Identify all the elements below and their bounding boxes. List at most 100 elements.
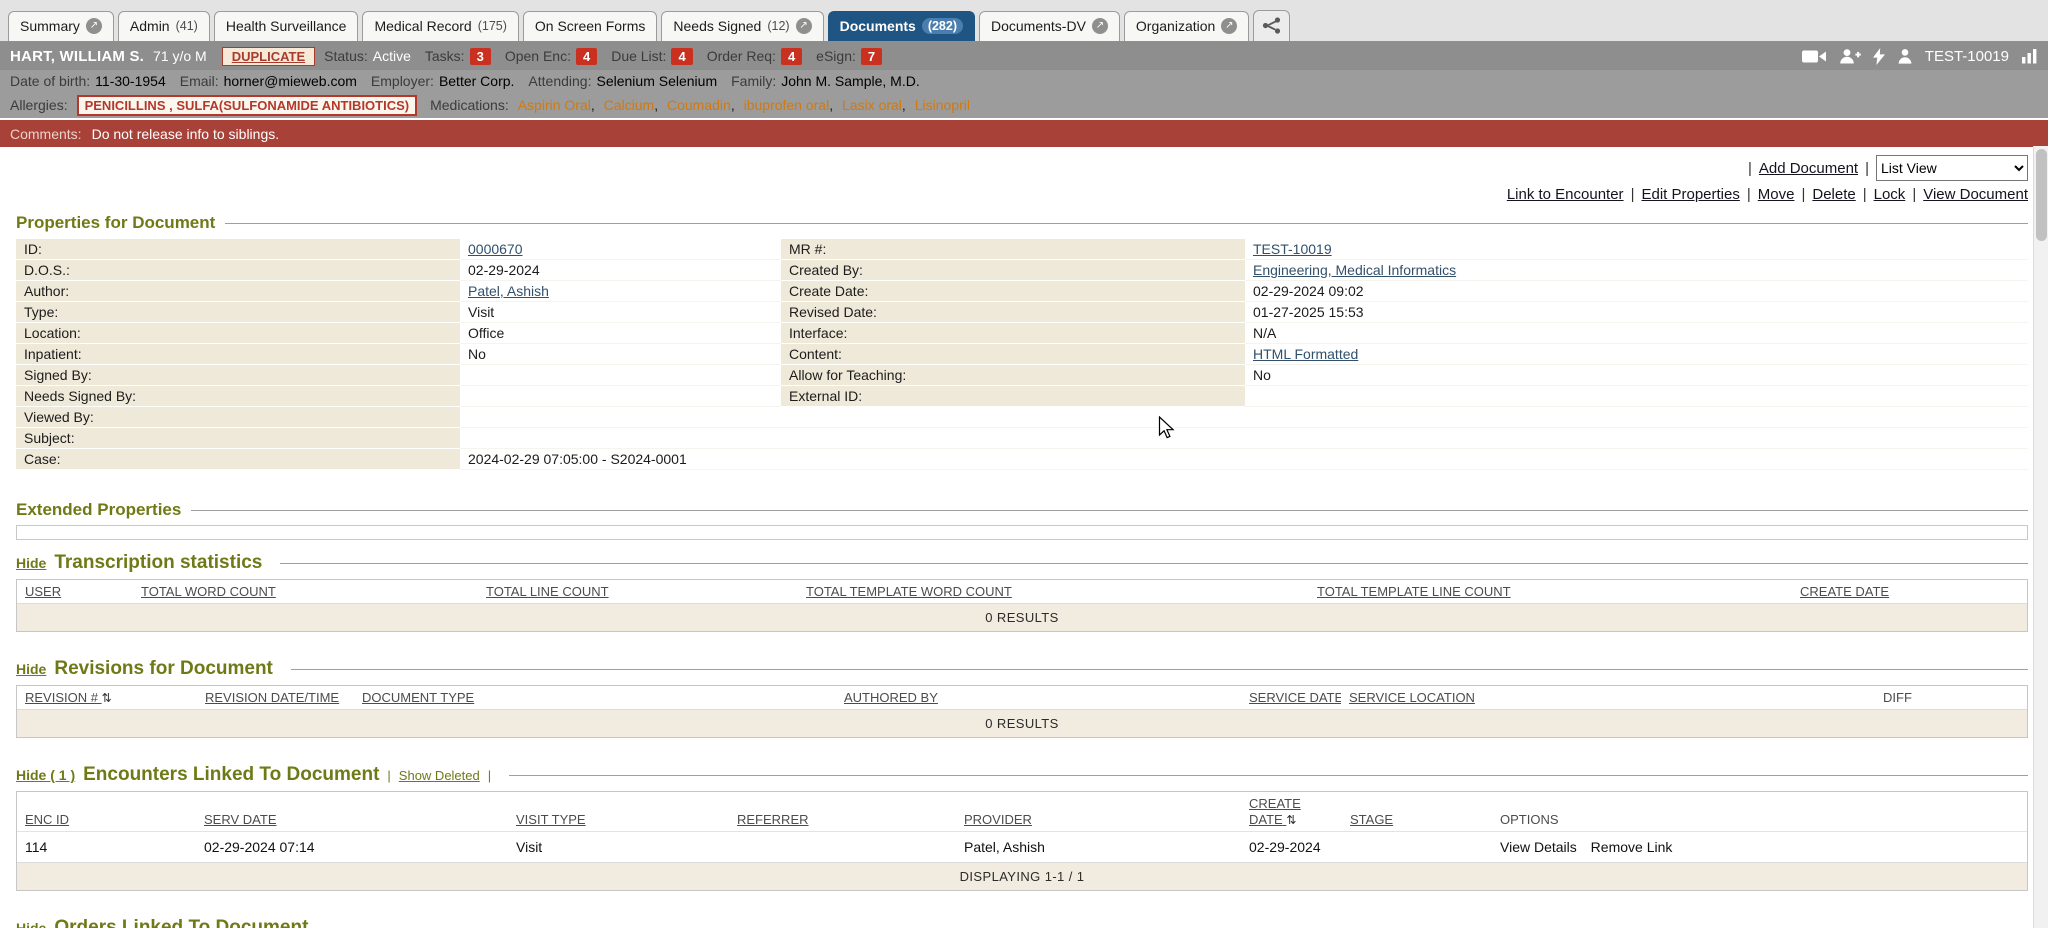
- allergy-list[interactable]: PENICILLINS , SULFA(SULFONAMIDE ANTIBIOT…: [77, 95, 418, 116]
- column-header-enc-id[interactable]: ENC ID: [17, 808, 196, 831]
- mr-number-link[interactable]: TEST-10019: [1253, 241, 1332, 257]
- tasks-badge[interactable]: 3: [470, 48, 491, 65]
- order-req-badge[interactable]: 4: [781, 48, 802, 65]
- column-header-total-template-word-count[interactable]: TOTAL TEMPLATE WORD COUNT: [798, 580, 1309, 603]
- column-header-revision-datetime[interactable]: REVISION DATE/TIME: [197, 686, 354, 709]
- popout-icon[interactable]: ↗: [86, 18, 102, 34]
- patient-name: HART, WILLIAM S.: [10, 48, 144, 65]
- created-by-link[interactable]: Engineering, Medical Informatics: [1253, 262, 1456, 278]
- separator: |: [1631, 186, 1635, 203]
- column-header-revision-number[interactable]: REVISION # ⇅: [17, 686, 197, 709]
- view-mode-select[interactable]: List View: [1876, 155, 2028, 181]
- view-details-link[interactable]: View Details: [1500, 839, 1577, 855]
- person-icon[interactable]: [1897, 48, 1913, 64]
- bar-chart-icon[interactable]: [2021, 48, 2038, 64]
- hide-orders-link[interactable]: Hide: [16, 920, 46, 928]
- separator: |: [1863, 186, 1867, 203]
- comments-label: Comments:: [10, 126, 82, 142]
- column-header-authored-by[interactable]: AUTHORED BY: [836, 686, 1241, 709]
- add-document-link[interactable]: Add Document: [1759, 160, 1858, 177]
- move-link[interactable]: Move: [1758, 186, 1795, 203]
- column-header-total-line-count[interactable]: TOTAL LINE COUNT: [478, 580, 798, 603]
- vertical-scrollbar[interactable]: [2033, 146, 2048, 928]
- link-to-encounter-link[interactable]: Link to Encounter: [1507, 186, 1624, 203]
- separator: |: [488, 768, 491, 783]
- section-title: Encounters Linked To Document: [83, 764, 379, 786]
- popout-icon[interactable]: ↗: [796, 18, 812, 34]
- medication-link[interactable]: Calcium: [604, 97, 655, 113]
- tab-summary[interactable]: Summary ↗: [8, 11, 114, 41]
- column-header-service-date[interactable]: SERVICE DATE: [1241, 686, 1341, 709]
- paging-status: DISPLAYING 1-1 / 1: [17, 862, 2027, 890]
- column-header-service-location[interactable]: SERVICE LOCATION: [1341, 686, 1875, 709]
- column-header-total-word-count[interactable]: TOTAL WORD COUNT: [133, 580, 478, 603]
- tab-health-surveillance[interactable]: Health Surveillance: [214, 11, 359, 41]
- medication-link[interactable]: Coumadin: [667, 97, 731, 113]
- hide-transcription-link[interactable]: Hide: [16, 555, 46, 571]
- column-header-serv-date[interactable]: SERV DATE: [196, 808, 508, 831]
- open-enc-badge[interactable]: 4: [576, 48, 597, 65]
- column-header-stage[interactable]: STAGE: [1342, 808, 1492, 831]
- lock-link[interactable]: Lock: [1874, 186, 1906, 203]
- tab-medical-record[interactable]: Medical Record (175): [362, 11, 518, 41]
- edit-properties-link[interactable]: Edit Properties: [1641, 186, 1739, 203]
- separator: ,: [591, 97, 595, 113]
- encounter-options: View Details Remove Link: [1492, 832, 2027, 862]
- lightning-bolt-icon[interactable]: [1873, 48, 1885, 65]
- separator: |: [1747, 186, 1751, 203]
- column-header-user[interactable]: USER: [17, 580, 133, 603]
- sort-icon: ⇅: [102, 691, 112, 705]
- show-deleted-link[interactable]: Show Deleted: [399, 768, 480, 783]
- document-id-link[interactable]: 0000670: [468, 241, 523, 257]
- family-value: John M. Sample, M.D.: [781, 73, 920, 89]
- scrollbar-thumb[interactable]: [2036, 149, 2047, 241]
- provider-cell: Patel, Ashish: [956, 832, 1241, 862]
- tab-documents-dv[interactable]: Documents-DV ↗: [979, 11, 1120, 41]
- tab-count-badge: (282): [922, 18, 963, 34]
- medication-link[interactable]: Lasix oral: [842, 97, 902, 113]
- column-header-visit-type[interactable]: VISIT TYPE: [508, 808, 729, 831]
- column-header-create-date[interactable]: CREATE DATE ⇅: [1241, 792, 1342, 831]
- column-header-referrer[interactable]: REFERRER: [729, 808, 956, 831]
- hide-revisions-link[interactable]: Hide: [16, 661, 46, 677]
- medication-link[interactable]: Lisinopril: [915, 97, 970, 113]
- document-action-links: Link to Encounter | Edit Properties | Mo…: [16, 186, 2028, 203]
- quick-launch-button[interactable]: [1253, 10, 1290, 41]
- divider: [509, 775, 2028, 776]
- esign-badge[interactable]: 7: [861, 48, 882, 65]
- popout-icon[interactable]: ↗: [1092, 18, 1108, 34]
- revisions-table: REVISION # ⇅ REVISION DATE/TIME DOCUMENT…: [16, 685, 2028, 738]
- column-header-total-template-line-count[interactable]: TOTAL TEMPLATE LINE COUNT: [1309, 580, 1792, 603]
- medication-link[interactable]: Aspirin Oral: [518, 97, 591, 113]
- delete-link[interactable]: Delete: [1812, 186, 1855, 203]
- content-format-link[interactable]: HTML Formatted: [1253, 346, 1358, 362]
- document-detail-content: | Add Document | List View Link to Encou…: [0, 147, 2048, 928]
- tab-organization[interactable]: Organization ↗: [1124, 11, 1249, 41]
- add-person-icon[interactable]: [1839, 48, 1861, 64]
- property-value: [460, 386, 781, 407]
- tab-documents[interactable]: Documents (282): [828, 11, 975, 41]
- remove-link-link[interactable]: Remove Link: [1591, 839, 1673, 855]
- tab-on-screen-forms[interactable]: On Screen Forms: [523, 11, 657, 41]
- duplicate-flag[interactable]: DUPLICATE: [222, 47, 315, 66]
- medication-link[interactable]: ibuprofen oral: [744, 97, 830, 113]
- hide-encounters-link[interactable]: Hide ( 1 ): [16, 767, 75, 783]
- tab-label: Summary: [20, 18, 80, 34]
- property-label: Author:: [16, 281, 460, 302]
- tab-admin[interactable]: Admin (41): [118, 11, 210, 41]
- property-value: Patel, Ashish: [460, 281, 781, 302]
- tab-needs-signed[interactable]: Needs Signed (12) ↗: [661, 11, 823, 41]
- view-document-link[interactable]: View Document: [1923, 186, 2028, 203]
- property-label: Inpatient:: [16, 344, 460, 365]
- encounters-section-header: Hide ( 1 ) Encounters Linked To Document…: [16, 764, 2028, 786]
- patient-age-sex: 71 y/o M: [153, 48, 207, 64]
- encounters-table: ENC ID SERV DATE VISIT TYPE REFERRER PRO…: [16, 791, 2028, 891]
- due-list-badge[interactable]: 4: [671, 48, 692, 65]
- column-header-provider[interactable]: PROVIDER: [956, 808, 1241, 831]
- section-title: Extended Properties: [16, 500, 181, 520]
- author-link[interactable]: Patel, Ashish: [468, 283, 549, 299]
- popout-icon[interactable]: ↗: [1221, 18, 1237, 34]
- column-header-document-type[interactable]: DOCUMENT TYPE: [354, 686, 836, 709]
- video-camera-icon[interactable]: [1802, 49, 1827, 64]
- column-header-create-date[interactable]: CREATE DATE: [1792, 580, 2027, 603]
